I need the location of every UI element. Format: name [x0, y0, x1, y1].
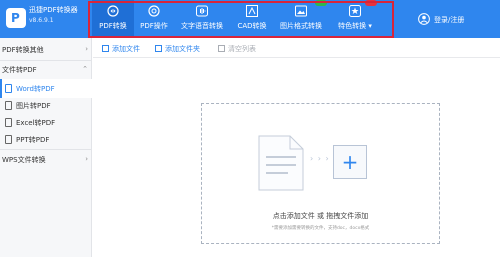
folder-icon — [155, 45, 162, 52]
add-folder-label: 添加文件夹 — [165, 45, 200, 53]
sidebar-item-label: Word转PDF — [16, 85, 55, 93]
add-file-icon — [102, 45, 109, 52]
add-folder-button[interactable]: 添加文件夹 — [155, 44, 200, 54]
login-register-label: 登录/注册 — [434, 16, 465, 24]
app-version: v8.6.9.1 — [29, 17, 54, 24]
document-icon — [5, 135, 12, 144]
sidebar-item-label: PPT转PDF — [16, 136, 50, 144]
sidebar-group-label: WPS文件转换 — [2, 156, 46, 164]
drop-zone-title: 点击添加文件 或 拖拽文件添加 — [272, 212, 369, 220]
plus-icon: + — [341, 150, 359, 174]
add-file-button[interactable]: 添加文件 — [102, 44, 140, 54]
chevron-up-icon: ⌃ — [82, 65, 88, 73]
chevron-right-icon: › — [85, 155, 88, 163]
nav-highlight-outline — [88, 1, 394, 38]
drop-zone-hint: *需要添加需要转换的文件，支持doc，docx格式 — [271, 226, 370, 231]
clear-list-label: 清空列表 — [228, 45, 256, 53]
sidebar-group-pdf-to-other[interactable]: PDF转换其他 › — [0, 40, 92, 59]
file-toolbar: 添加文件 添加文件夹 清空列表 — [93, 38, 500, 58]
sidebar-item-label: Excel转PDF — [16, 119, 56, 127]
arrows-icon: › › › — [310, 154, 330, 163]
document-icon — [5, 118, 12, 127]
sidebar-group-label: PDF转换其他 — [2, 46, 44, 54]
sidebar-group-wps-convert[interactable]: WPS文件转换 › — [0, 150, 92, 169]
app-logo: P — [6, 8, 26, 28]
chevron-right-icon: › — [85, 45, 88, 53]
sidebar-group-label: 文件转PDF — [2, 66, 37, 74]
sidebar: PDF转换其他 › 文件转PDF ⌃ Word转PDF 图片转PDF Excel… — [0, 38, 92, 257]
add-file-box[interactable]: + — [333, 145, 367, 179]
document-icon — [5, 101, 12, 110]
add-file-label: 添加文件 — [112, 45, 140, 53]
document-icon — [258, 135, 304, 191]
sidebar-group-file-to-pdf[interactable]: 文件转PDF ⌃ — [0, 60, 92, 79]
sidebar-item-ppt-to-pdf[interactable]: PPT转PDF — [0, 130, 92, 149]
file-drop-zone[interactable]: › › › + 点击添加文件 或 拖拽文件添加 *需要添加需要转换的文件，支持d… — [201, 103, 440, 244]
sidebar-item-label: 图片转PDF — [16, 102, 51, 110]
user-icon — [418, 13, 430, 25]
clear-list-button[interactable]: 清空列表 — [218, 44, 256, 54]
trash-icon — [218, 45, 225, 52]
title-bar: P 迅捷PDF转换器 v8.6.9.1 PDF转换 PDF操作 文字语音转换 C… — [0, 0, 500, 38]
document-icon — [5, 84, 12, 93]
app-name: 迅捷PDF转换器 — [29, 6, 78, 14]
